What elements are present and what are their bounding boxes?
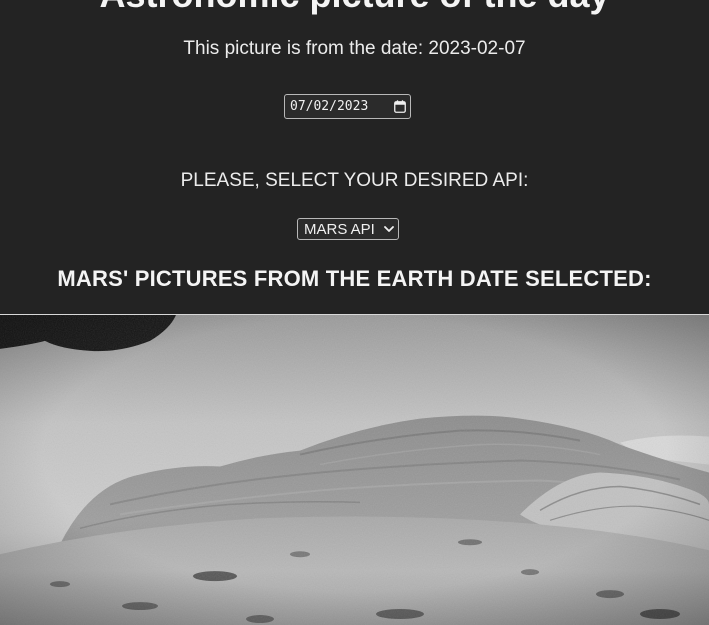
calendar-icon[interactable] [394, 100, 406, 113]
chevron-down-icon [384, 226, 394, 232]
date-picker-value: 07/02/2023 [290, 99, 369, 114]
page: Astronomic picture of the day This pictu… [0, 0, 709, 625]
mars-pictures-heading: MARS' PICTURES FROM THE EARTH DATE SELEC… [57, 266, 652, 291]
api-select-dropdown[interactable]: MARS API [297, 218, 399, 240]
api-select-value: MARS API [304, 220, 375, 238]
page-title: Astronomic picture of the day [0, 0, 709, 16]
api-select-label: PLEASE, SELECT YOUR DESIRED API: [180, 170, 529, 191]
picture-date-text: This picture is from the date: 2023-02-0… [183, 38, 526, 59]
date-picker-input[interactable]: 07/02/2023 [284, 94, 411, 119]
mars-rover-photo [0, 314, 709, 625]
